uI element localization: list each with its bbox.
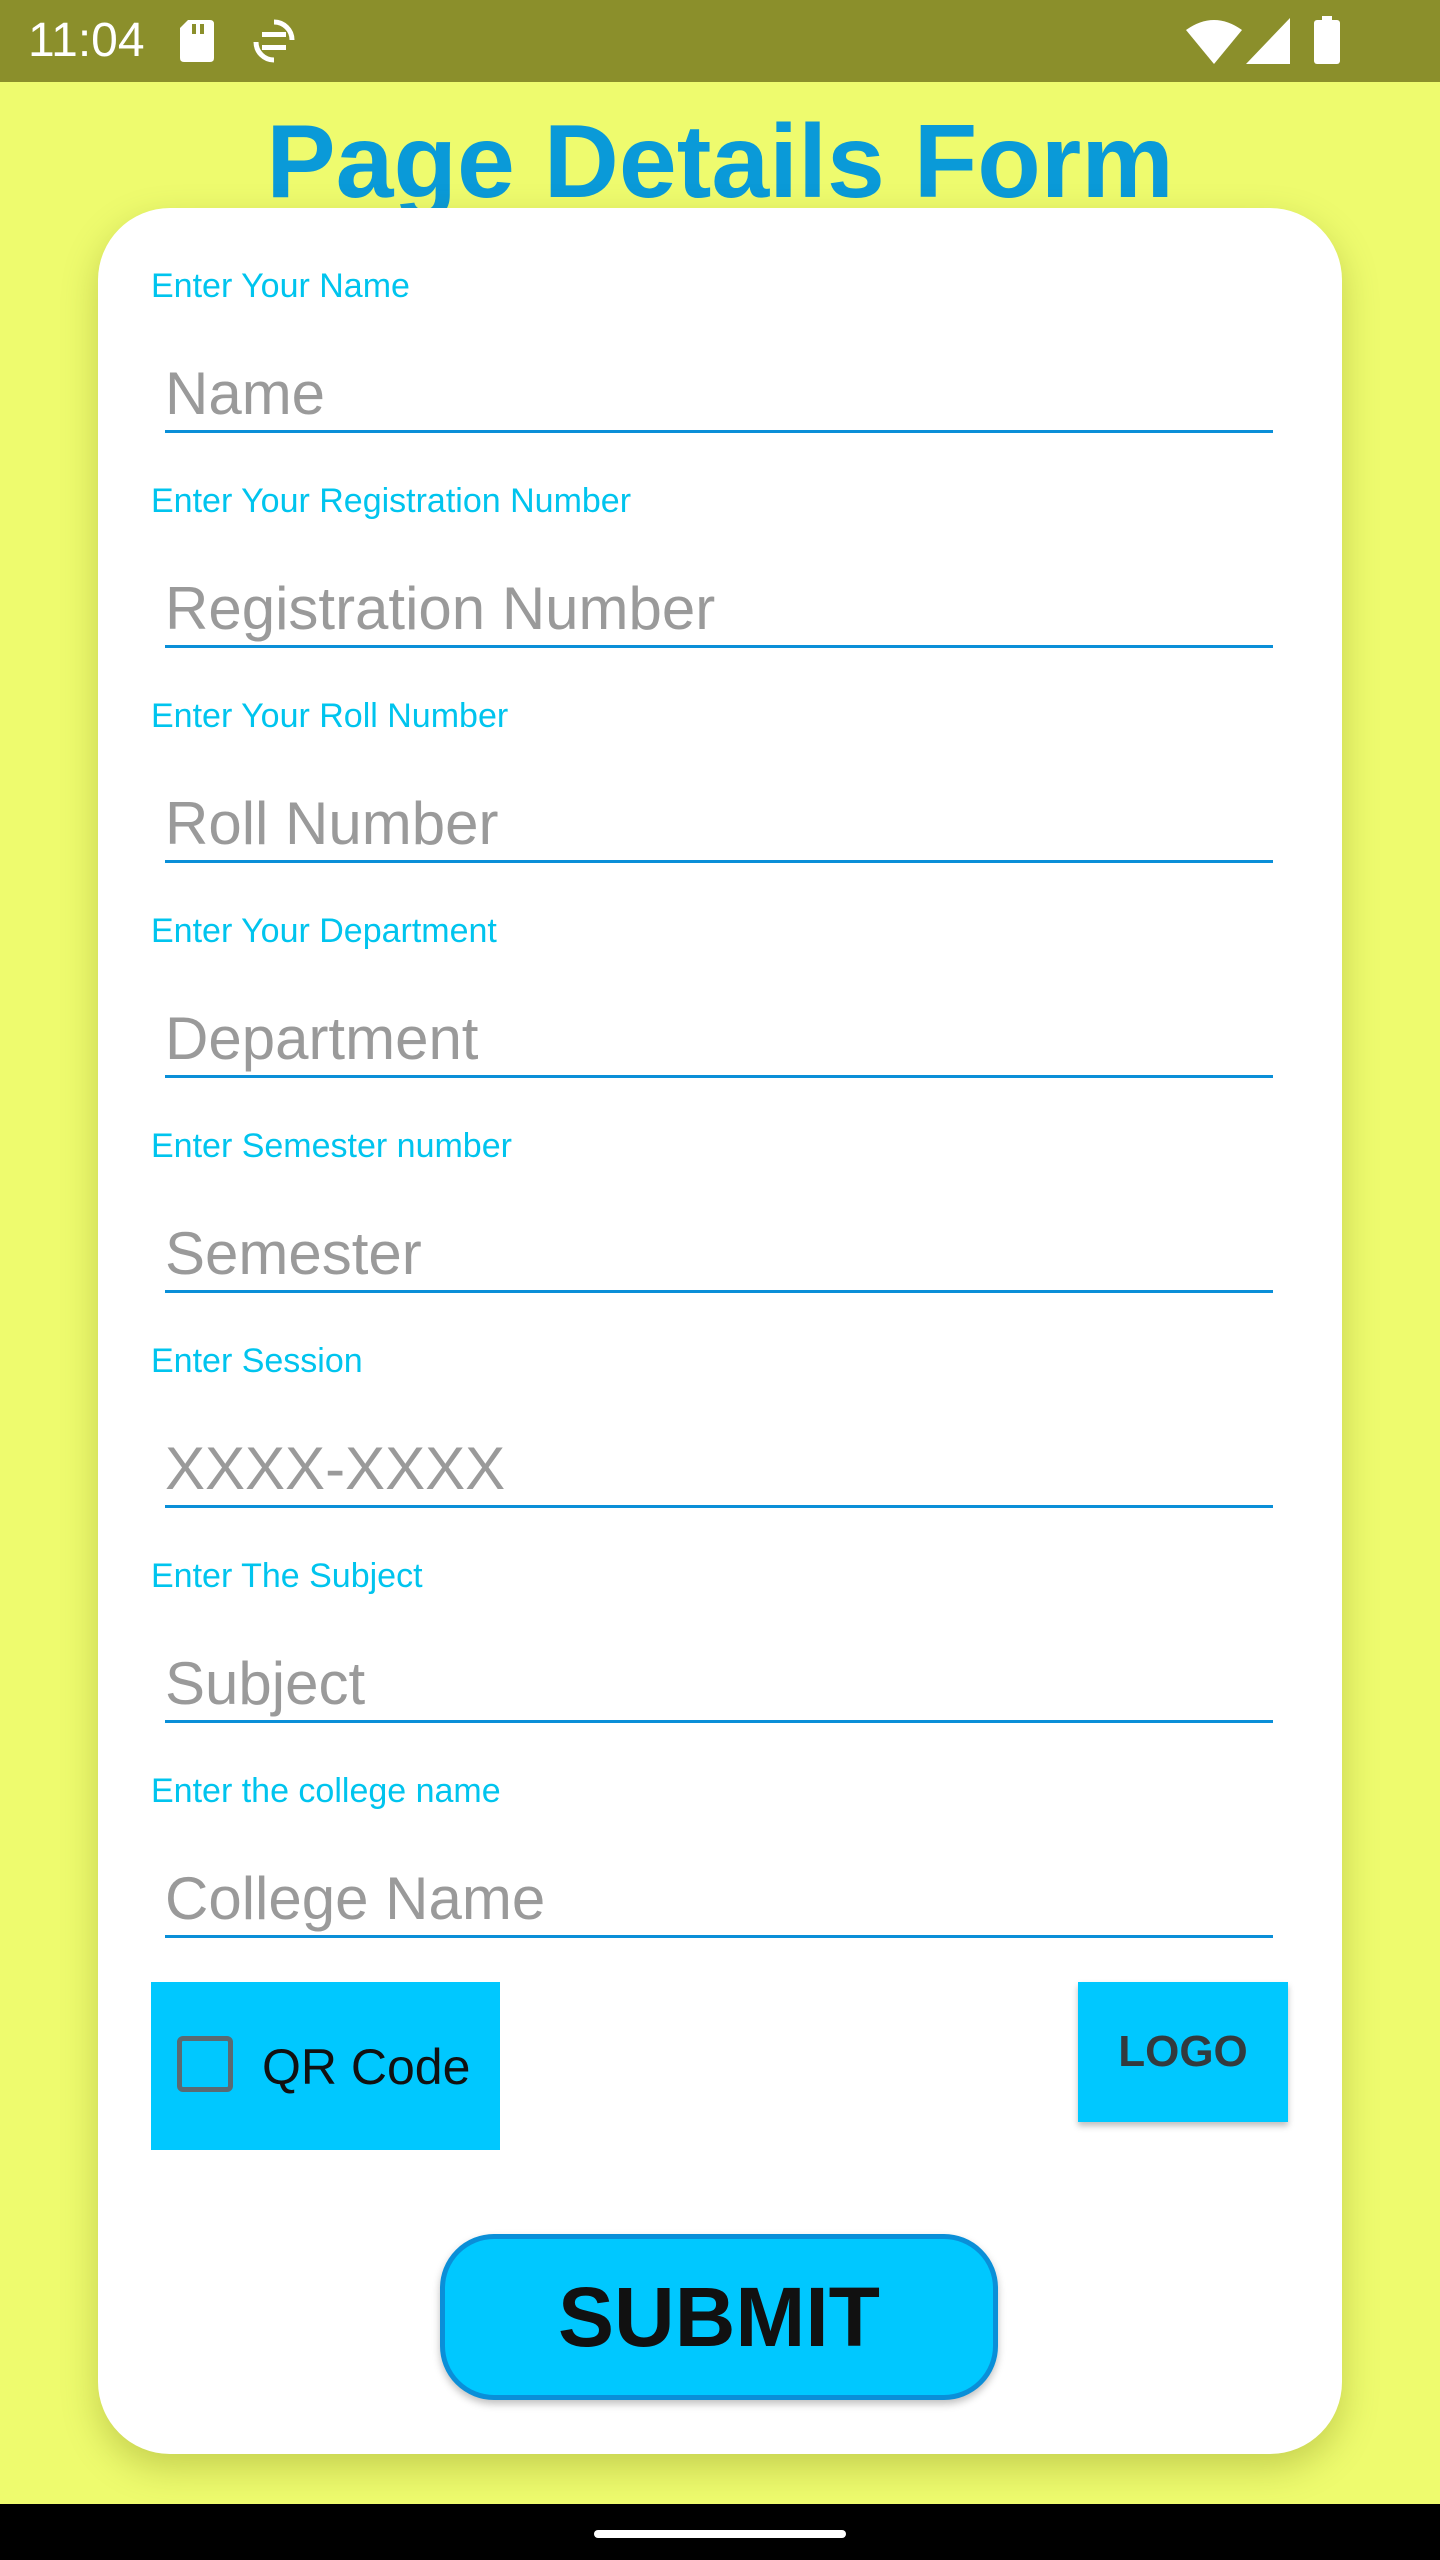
name-field-label: Enter Your Name xyxy=(151,267,410,305)
wifi-icon xyxy=(1186,20,1242,64)
session-input[interactable] xyxy=(165,1431,1273,1508)
logo-button[interactable]: LOGO xyxy=(1078,1982,1288,2122)
qr-code-checkbox[interactable] xyxy=(177,2036,233,2092)
semester-field-label: Enter Semester number xyxy=(151,1127,512,1165)
department-input[interactable] xyxy=(165,1001,1273,1078)
session-field-label: Enter Session xyxy=(151,1342,363,1380)
department-field-label: Enter Your Department xyxy=(151,912,497,950)
battery-icon xyxy=(1314,16,1340,64)
semester-input[interactable] xyxy=(165,1216,1273,1293)
registration-field-label: Enter Your Registration Number xyxy=(151,482,632,520)
roll-field-label: Enter Your Roll Number xyxy=(151,697,509,735)
signal-icon xyxy=(1246,18,1290,64)
subject-field-label: Enter The Subject xyxy=(151,1557,423,1595)
qr-code-label: QR Code xyxy=(262,2039,471,2095)
college-field-label: Enter the college name xyxy=(151,1772,501,1810)
college-name-input[interactable] xyxy=(165,1861,1273,1938)
sync-icon xyxy=(253,19,295,63)
name-input[interactable] xyxy=(165,356,1273,433)
subject-input[interactable] xyxy=(165,1646,1273,1723)
home-indicator[interactable] xyxy=(594,2530,846,2538)
page-title: Page Details Form xyxy=(266,104,1174,220)
submit-button[interactable]: SUBMIT xyxy=(440,2234,998,2400)
status-time: 11:04 xyxy=(28,14,145,67)
status-bar: 11:04 xyxy=(0,0,1440,82)
sd-card-icon xyxy=(180,20,214,62)
registration-number-input[interactable] xyxy=(165,571,1273,648)
roll-number-input[interactable] xyxy=(165,786,1273,863)
